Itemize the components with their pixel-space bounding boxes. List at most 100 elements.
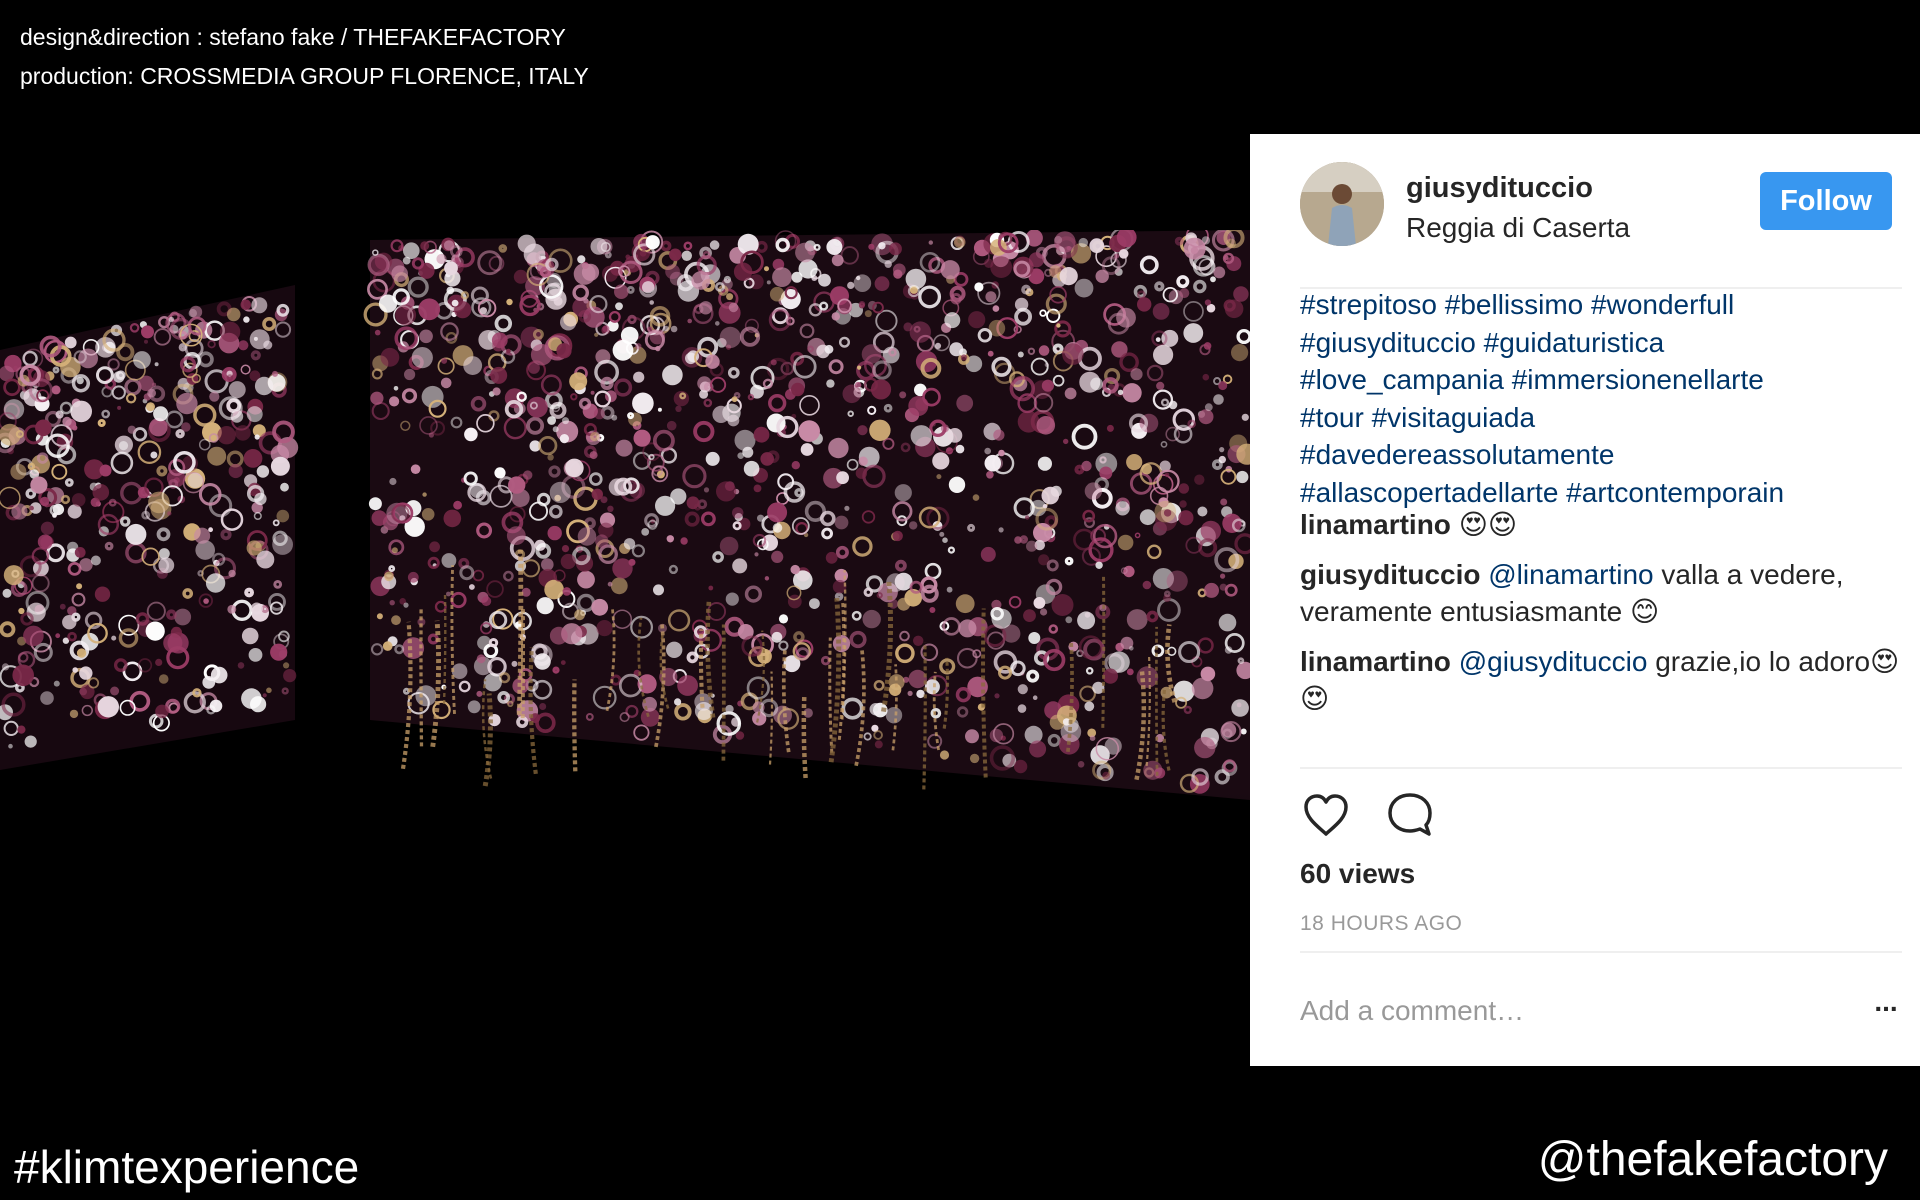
projection-dot bbox=[8, 743, 13, 749]
projection-dot bbox=[1102, 771, 1111, 780]
heart-icon[interactable] bbox=[1300, 789, 1352, 841]
projection-dot bbox=[90, 555, 101, 566]
projection-dot bbox=[203, 598, 209, 604]
projection-dot bbox=[511, 660, 518, 667]
projection-dot bbox=[1224, 646, 1233, 654]
comment-mention[interactable]: @giusydituccio bbox=[1459, 646, 1648, 677]
hashtag-link[interactable]: #artcontemporain bbox=[1566, 477, 1784, 508]
hashtag-link[interactable]: #love_campania bbox=[1300, 364, 1504, 395]
projection-dot bbox=[453, 500, 462, 510]
projection-dot bbox=[1231, 344, 1249, 362]
projection-dot bbox=[565, 458, 584, 478]
projection-dot bbox=[593, 408, 605, 420]
projection-dot bbox=[916, 689, 925, 699]
projection-dot bbox=[1231, 699, 1249, 717]
projection-dot bbox=[1084, 612, 1091, 618]
projection-dot bbox=[60, 356, 81, 378]
projection-dot bbox=[262, 693, 267, 698]
projection-dot bbox=[99, 464, 112, 477]
projection-dot bbox=[155, 658, 163, 666]
projection-dot bbox=[163, 633, 183, 653]
post-location[interactable]: Reggia di Caserta bbox=[1406, 212, 1630, 244]
projection-dot bbox=[217, 426, 236, 445]
projection-dot bbox=[1036, 416, 1056, 435]
projection-dot bbox=[965, 729, 979, 744]
hashtag-link[interactable]: #strepitoso bbox=[1300, 289, 1437, 320]
comment-mention[interactable]: @linamartino bbox=[1488, 559, 1653, 590]
projection-dot bbox=[772, 267, 792, 287]
projection-dot bbox=[884, 260, 892, 268]
projection-dot bbox=[1, 663, 10, 671]
projection-dot bbox=[666, 420, 677, 431]
projection-dot bbox=[769, 286, 785, 302]
projection-dot bbox=[946, 586, 953, 593]
hashtag-link[interactable]: #giusydituccio bbox=[1300, 327, 1476, 358]
hashtag-link[interactable]: #tour bbox=[1300, 402, 1364, 433]
projection-dot bbox=[421, 508, 435, 521]
projection-dot bbox=[862, 609, 881, 629]
projection-dot bbox=[117, 405, 122, 410]
projection-dot bbox=[623, 538, 636, 550]
projection-dot bbox=[395, 304, 417, 326]
projection-dot bbox=[1155, 337, 1161, 342]
hashtag-link[interactable]: #bellissimo bbox=[1445, 289, 1584, 320]
hashtag-link[interactable]: #allascopertadellarte bbox=[1300, 477, 1558, 508]
projection-dot bbox=[235, 425, 251, 441]
projection-dot bbox=[645, 235, 660, 250]
projection-dot bbox=[791, 271, 803, 283]
projection-dot bbox=[818, 273, 831, 287]
projection-dot bbox=[194, 527, 211, 544]
projection-dot bbox=[1221, 722, 1237, 738]
hashtag-link[interactable]: #davedereassolutamente bbox=[1300, 439, 1614, 470]
projection-dot bbox=[731, 396, 738, 403]
more-options-icon[interactable]: ... bbox=[1866, 988, 1906, 1026]
projection-dot bbox=[836, 471, 849, 485]
projection-dot bbox=[639, 250, 647, 257]
projection-dot bbox=[594, 332, 599, 337]
projection-dot bbox=[1017, 704, 1027, 713]
follow-button[interactable]: Follow bbox=[1760, 172, 1892, 230]
projection-dot bbox=[611, 414, 618, 421]
projection-dot bbox=[670, 325, 678, 333]
avatar[interactable] bbox=[1300, 162, 1384, 246]
comment-username[interactable]: linamartino bbox=[1300, 509, 1451, 540]
hashtag-link[interactable]: #visitaguiada bbox=[1372, 402, 1535, 433]
projection-dot bbox=[1220, 573, 1226, 579]
projection-dot bbox=[795, 242, 815, 263]
hashtag-link[interactable]: #wonderfull bbox=[1591, 289, 1734, 320]
projection-dot bbox=[539, 703, 547, 710]
projection-dot bbox=[732, 558, 748, 574]
view-count[interactable]: 60 views bbox=[1300, 858, 1415, 890]
projection-dot bbox=[251, 297, 268, 314]
projection-dot bbox=[248, 648, 263, 662]
hashtag-link[interactable]: #immersionenellarte bbox=[1512, 364, 1764, 395]
projection-dot bbox=[665, 264, 680, 279]
projection-dot bbox=[939, 531, 945, 537]
comment: linamartino @giusydituccio grazie,io lo … bbox=[1300, 643, 1902, 717]
post-username[interactable]: giusydituccio bbox=[1406, 172, 1593, 205]
projection-dot bbox=[942, 537, 948, 543]
projection-dot bbox=[1137, 297, 1152, 312]
projection-dot bbox=[1023, 609, 1036, 622]
hashtag-link[interactable]: #guidaturistica bbox=[1484, 327, 1665, 358]
comment-icon[interactable] bbox=[1384, 789, 1436, 841]
projection-dot bbox=[1041, 486, 1060, 505]
projection-dot bbox=[844, 505, 850, 511]
projection-dot bbox=[766, 280, 771, 285]
projection-dot bbox=[770, 359, 777, 366]
comment-username[interactable]: giusydituccio bbox=[1300, 559, 1480, 590]
projection-dot bbox=[1090, 377, 1103, 391]
projection-dot bbox=[1126, 454, 1143, 471]
projection-dot bbox=[669, 248, 682, 262]
projection-dot bbox=[12, 664, 34, 687]
projection-dot bbox=[1114, 253, 1120, 259]
add-comment-input[interactable] bbox=[1300, 988, 1820, 1034]
projection-dot bbox=[1122, 383, 1142, 403]
projection-dot bbox=[270, 456, 290, 476]
projection-dot bbox=[1156, 381, 1165, 390]
comment-username[interactable]: linamartino bbox=[1300, 646, 1451, 677]
projection-dot bbox=[908, 669, 927, 689]
projection-dot bbox=[743, 460, 760, 477]
projection-dot bbox=[857, 365, 862, 370]
video-frame[interactable] bbox=[0, 230, 1250, 1010]
